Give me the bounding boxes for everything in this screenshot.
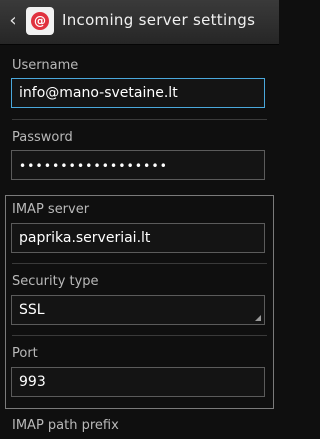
divider (12, 119, 267, 120)
divider (12, 335, 267, 336)
port-label: Port (12, 346, 38, 361)
port-field[interactable]: 993 (11, 367, 265, 397)
port-value: 993 (19, 374, 46, 390)
username-value: info@mano-svetaine.lt (19, 85, 178, 101)
back-chevron-icon[interactable]: ‹ (6, 11, 20, 31)
username-field[interactable]: info@mano-svetaine.lt (11, 78, 265, 108)
password-field[interactable]: •••••••••••••••••• (11, 150, 265, 180)
security-type-label: Security type (12, 274, 99, 289)
password-label: Password (12, 130, 73, 145)
divider (12, 263, 267, 264)
dropdown-arrow-icon (255, 315, 261, 321)
username-label: Username (12, 58, 79, 73)
imap-server-value: paprika.serveriai.lt (19, 230, 151, 246)
password-value: •••••••••••••••••• (19, 159, 169, 173)
imap-server-field[interactable]: paprika.serveriai.lt (11, 223, 265, 253)
security-type-dropdown[interactable]: SSL (11, 295, 265, 325)
imap-path-prefix-label: IMAP path prefix (12, 418, 119, 433)
page-title: Incoming server settings (62, 11, 256, 29)
email-app-icon: @ (26, 7, 54, 35)
imap-server-label: IMAP server (12, 202, 90, 217)
security-type-value: SSL (19, 302, 45, 318)
action-bar: ‹ @ Incoming server settings (0, 0, 279, 45)
